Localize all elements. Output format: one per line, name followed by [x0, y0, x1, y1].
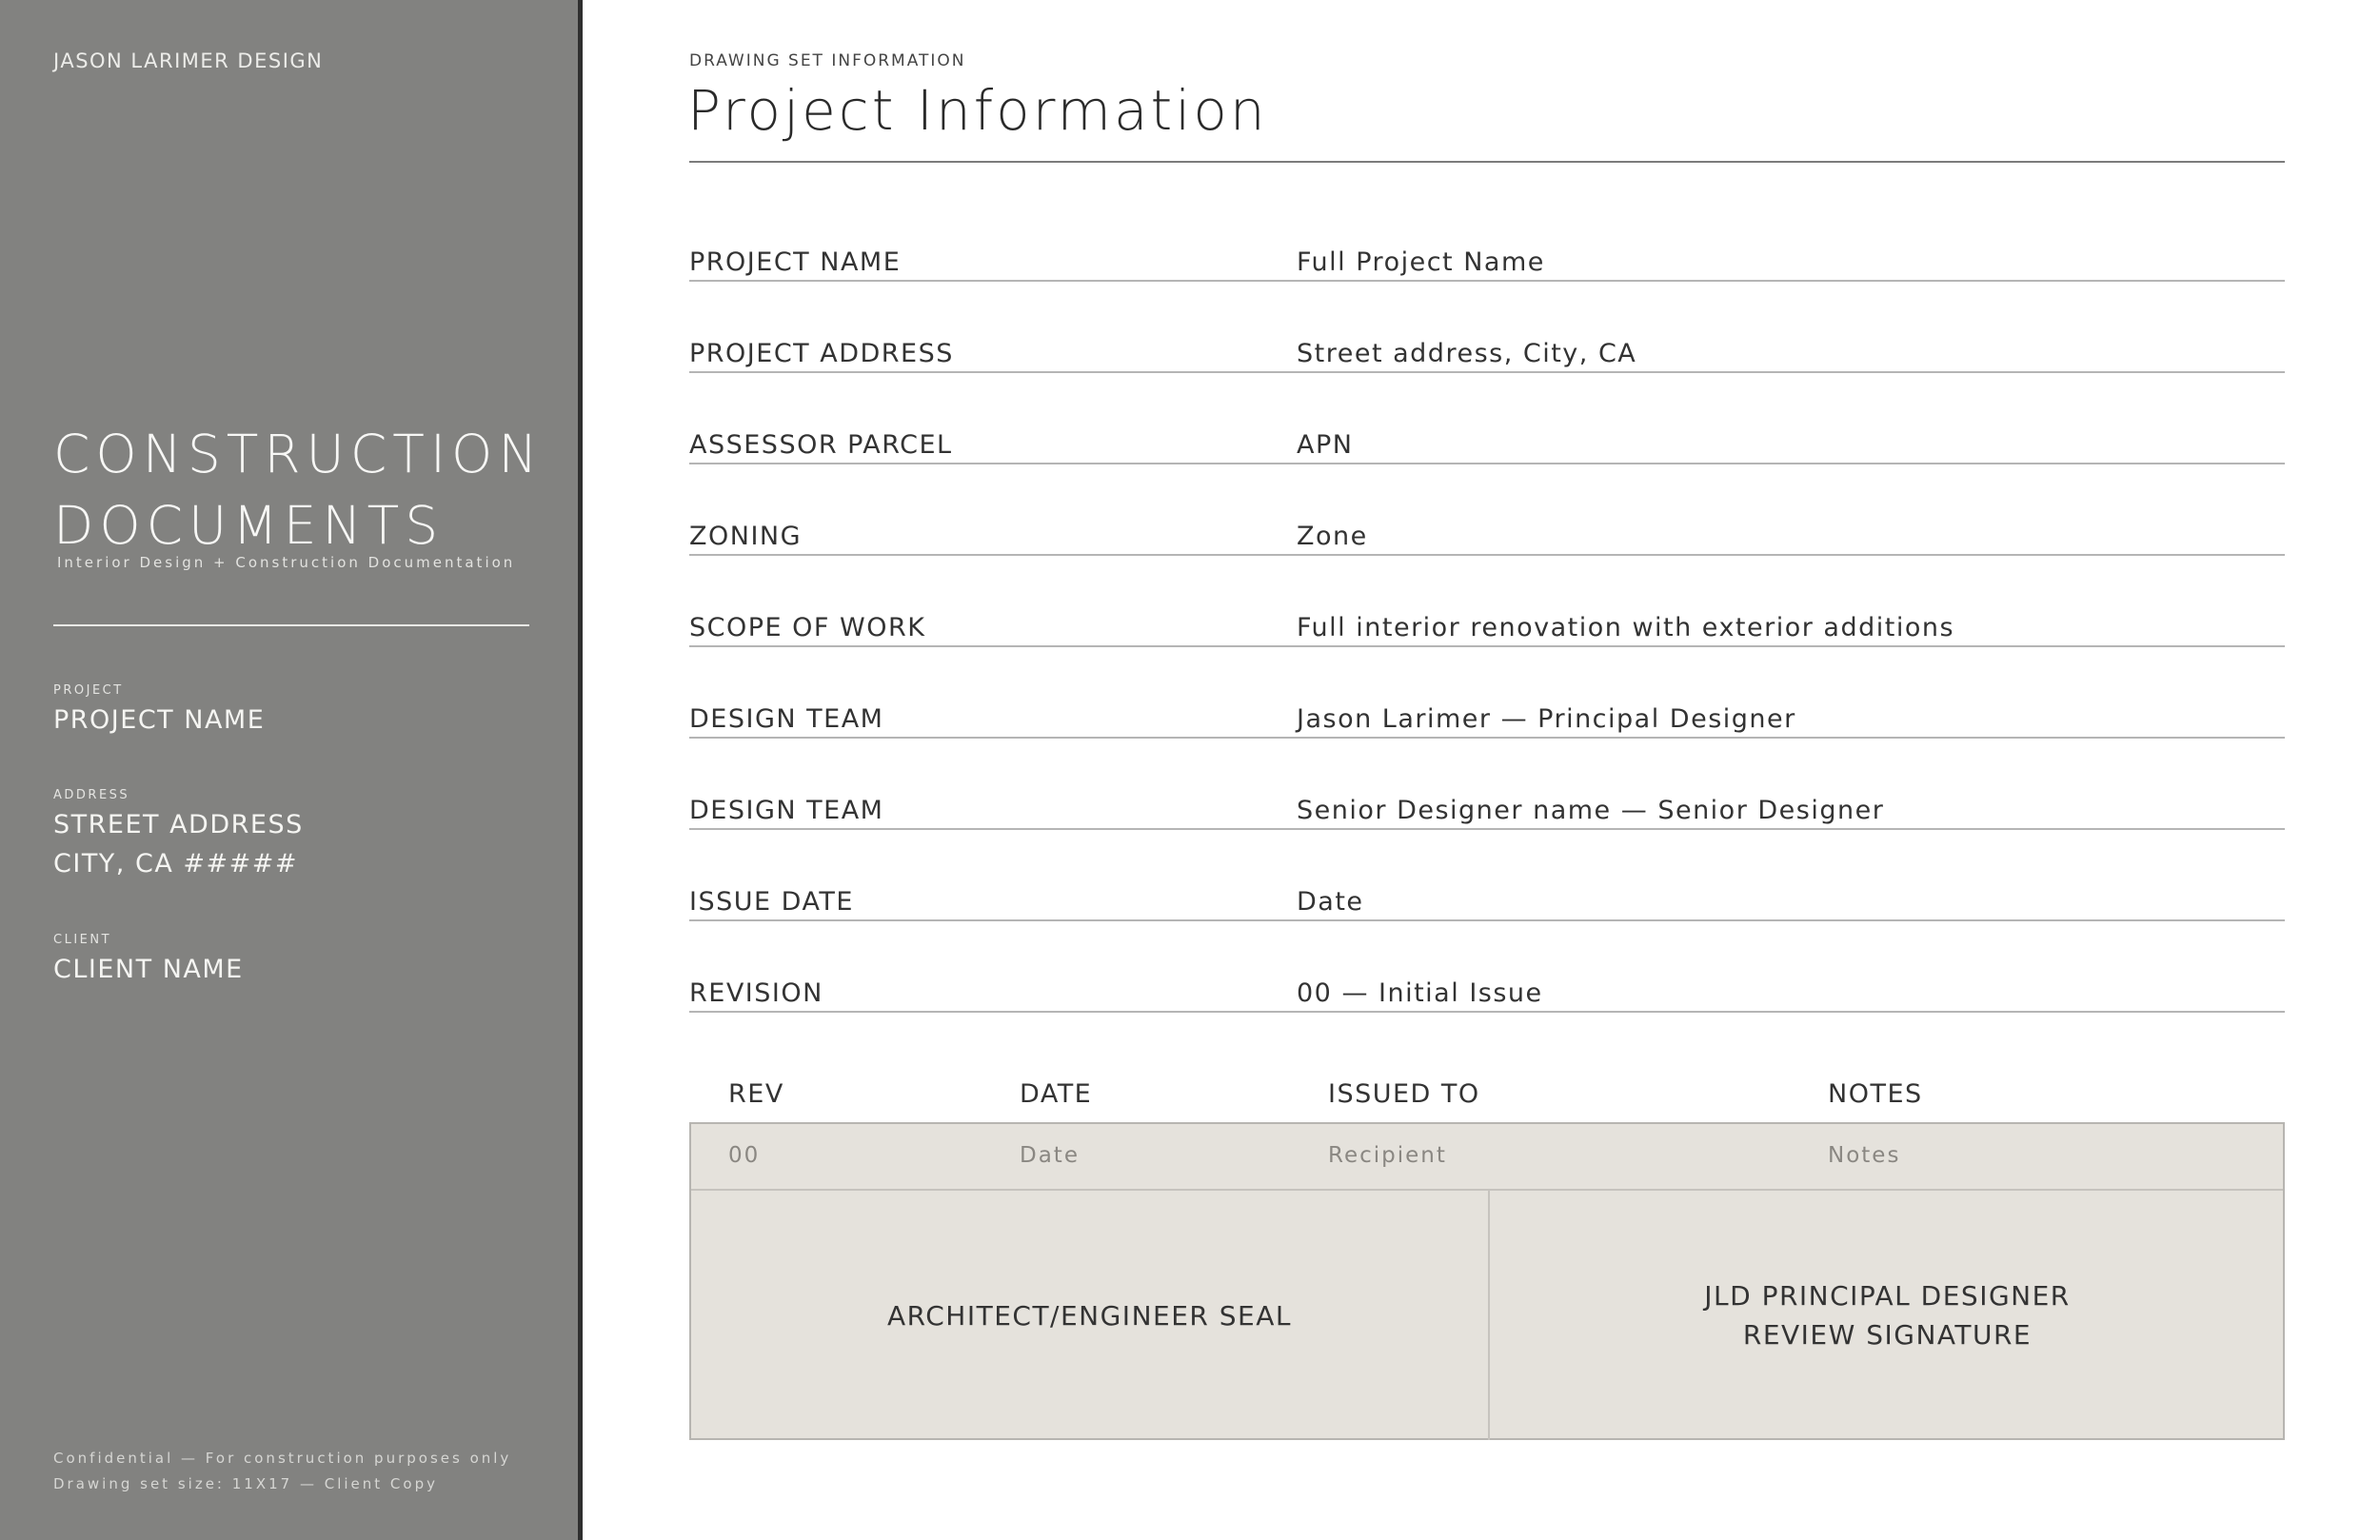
address-line2: CITY, CA #####: [53, 849, 298, 879]
date-cell: Date: [1020, 1143, 1080, 1168]
info-label: REVISION: [689, 978, 823, 1008]
info-row-assessor-parcel: ASSESSOR PARCEL APN: [689, 426, 2285, 464]
info-value: APN: [1297, 430, 1354, 460]
info-value: 00 — Initial Issue: [1297, 978, 1543, 1008]
document-title: CONSTRUCTION DOCUMENTS: [53, 419, 543, 562]
sidebar: JASON LARIMER DESIGN CONSTRUCTION DOCUME…: [0, 0, 583, 1540]
info-row-design-team-2: DESIGN TEAM Senior Designer name — Senio…: [689, 792, 2285, 830]
info-row-design-team-1: DESIGN TEAM Jason Larimer — Principal De…: [689, 701, 2285, 739]
sidebar-divider: [53, 624, 529, 626]
info-value: Full interior renovation with exterior a…: [1297, 613, 1955, 642]
notes-cell: Notes: [1828, 1143, 1901, 1168]
revision-and-seal-box: 00 Date Recipient Notes ARCHITECT/ENGINE…: [689, 1122, 2285, 1440]
info-value: Senior Designer name — Senior Designer: [1297, 796, 1885, 825]
issued-to-column-header: ISSUED TO: [1328, 1079, 1480, 1109]
rev-cell: 00: [728, 1143, 761, 1168]
signature-label-line2: REVIEW SIGNATURE: [1742, 1319, 2033, 1351]
issued-to-cell: Recipient: [1328, 1143, 1447, 1168]
architect-seal-area: ARCHITECT/ENGINEER SEAL: [691, 1191, 1488, 1440]
client-value: CLIENT NAME: [53, 955, 244, 984]
info-label: ASSESSOR PARCEL: [689, 430, 953, 460]
info-value: Zone: [1297, 522, 1368, 551]
address-label: ADDRESS: [53, 788, 130, 802]
info-row-zoning: ZONING Zone: [689, 518, 2285, 556]
info-label: PROJECT ADDRESS: [689, 339, 954, 368]
architect-seal-label: ARCHITECT/ENGINEER SEAL: [887, 1299, 1292, 1332]
firm-name: JASON LARIMER DESIGN: [53, 49, 324, 72]
info-row-project-address: PROJECT ADDRESS Street address, City, CA: [689, 335, 2285, 373]
info-value: Full Project Name: [1297, 247, 1545, 277]
address-line1: STREET ADDRESS: [53, 810, 304, 839]
info-label: ZONING: [689, 522, 803, 551]
page-title: Project Information: [687, 78, 1268, 143]
document-title-line1: CONSTRUCTION: [53, 424, 544, 484]
info-label: DESIGN TEAM: [689, 704, 884, 734]
rev-column-header: REV: [728, 1079, 784, 1109]
footer-drawing-size: Drawing set size: 11X17 — Client Copy: [53, 1475, 438, 1492]
signature-area: JLD PRINCIPAL DESIGNER REVIEW SIGNATURE: [1490, 1191, 2285, 1440]
notes-column-header: NOTES: [1828, 1079, 1923, 1109]
section-kicker: DRAWING SET INFORMATION: [689, 51, 966, 70]
info-label: SCOPE OF WORK: [689, 613, 926, 642]
info-value: Jason Larimer — Principal Designer: [1297, 704, 1796, 734]
info-label: DESIGN TEAM: [689, 796, 884, 825]
info-row-scope-of-work: SCOPE OF WORK Full interior renovation w…: [689, 609, 2285, 647]
signature-label-line1: JLD PRINCIPAL DESIGNER: [1704, 1280, 2071, 1312]
info-row-revision: REVISION 00 — Initial Issue: [689, 975, 2285, 1013]
info-row-issue-date: ISSUE DATE Date: [689, 883, 2285, 921]
document-title-line2: DOCUMENTS: [53, 495, 445, 556]
date-column-header: DATE: [1020, 1079, 1093, 1109]
client-label: CLIENT: [53, 933, 112, 947]
footer-confidential: Confidential — For construction purposes…: [53, 1450, 512, 1467]
project-label: PROJECT: [53, 683, 124, 698]
info-value: Street address, City, CA: [1297, 339, 1637, 368]
info-row-project-name: PROJECT NAME Full Project Name: [689, 244, 2285, 282]
document-page: JASON LARIMER DESIGN CONSTRUCTION DOCUME…: [0, 0, 2380, 1540]
info-value: Date: [1297, 887, 1364, 917]
info-label: ISSUE DATE: [689, 887, 854, 917]
title-rule: [689, 161, 2285, 163]
info-label: PROJECT NAME: [689, 247, 902, 277]
project-value: PROJECT NAME: [53, 705, 266, 735]
document-subtitle: Interior Design + Construction Documenta…: [57, 554, 516, 571]
